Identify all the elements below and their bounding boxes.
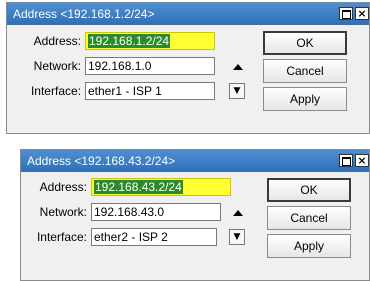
address-field[interactable]: 192.168.43.2/24	[91, 178, 231, 196]
address-label: Address:	[39, 180, 87, 194]
title-bar[interactable]: Address <192.168.43.2/24> ×	[21, 150, 369, 172]
window-title: Address <192.168.1.2/24>	[13, 7, 155, 21]
apply-button[interactable]: Apply	[267, 234, 351, 258]
network-label: Network:	[39, 205, 87, 219]
ok-button[interactable]: OK	[267, 178, 351, 202]
address-label: Address:	[33, 34, 81, 48]
network-value: 192.168.1.0	[88, 59, 152, 73]
dropdown-icon[interactable]: ▼	[229, 229, 245, 245]
interface-select[interactable]: ether2 - ISP 2	[91, 228, 217, 246]
maximize-icon[interactable]	[339, 154, 353, 167]
up-triangle-icon[interactable]	[233, 210, 243, 216]
maximize-icon[interactable]	[339, 7, 353, 20]
title-bar[interactable]: Address <192.168.1.2/24> ×	[7, 3, 369, 25]
ok-button[interactable]: OK	[263, 31, 347, 55]
apply-button[interactable]: Apply	[263, 87, 347, 111]
network-field[interactable]: 192.168.1.0	[85, 57, 215, 75]
close-icon[interactable]: ×	[355, 154, 369, 167]
address-value: 192.168.1.2/24	[88, 34, 171, 48]
cancel-button[interactable]: Cancel	[267, 206, 351, 230]
interface-value: ether1 - ISP 1	[88, 84, 162, 98]
interface-select[interactable]: ether1 - ISP 1	[85, 82, 215, 100]
dropdown-icon[interactable]: ▼	[229, 83, 245, 99]
address-field[interactable]: 192.168.1.2/24	[85, 32, 215, 50]
interface-value: ether2 - ISP 2	[94, 230, 168, 244]
cancel-button[interactable]: Cancel	[263, 59, 347, 83]
address-value: 192.168.43.2/24	[94, 180, 183, 194]
address-dialog-2: Address <192.168.43.2/24> × Address: 192…	[20, 149, 370, 281]
interface-label: Interface:	[30, 84, 81, 98]
window-title: Address <192.168.43.2/24>	[27, 154, 176, 168]
network-label: Network:	[33, 59, 81, 73]
address-dialog-1: Address <192.168.1.2/24> × Address: 192.…	[6, 2, 370, 134]
close-icon[interactable]: ×	[355, 7, 369, 20]
network-field[interactable]: 192.168.43.0	[91, 203, 221, 221]
network-value: 192.168.43.0	[94, 205, 165, 219]
up-triangle-icon[interactable]	[233, 64, 243, 70]
interface-label: Interface:	[36, 230, 87, 244]
